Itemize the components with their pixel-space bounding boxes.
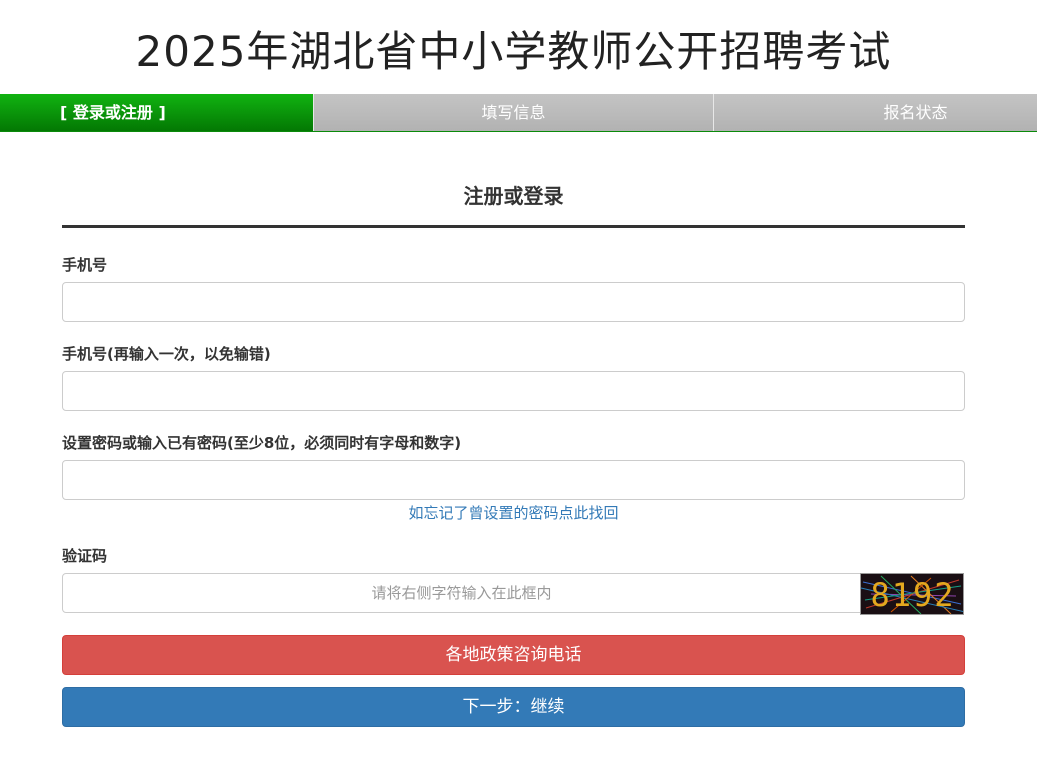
password-input[interactable] xyxy=(62,460,965,500)
heading-divider xyxy=(62,225,965,228)
captcha-image[interactable]: 8192 xyxy=(860,573,964,615)
step-progress-bar: [ 登录或注册 ] 填写信息 报名状态 xyxy=(0,94,1037,132)
phone-label: 手机号 xyxy=(62,256,108,274)
password-label: 设置密码或输入已有密码(至少8位，必须同时有字母和数字) xyxy=(62,434,462,452)
captcha-label: 验证码 xyxy=(62,547,108,565)
phone-confirm-input[interactable] xyxy=(62,371,965,411)
forgot-password-link[interactable]: 如忘记了曾设置的密码点此找回 xyxy=(62,502,965,523)
phone-input[interactable] xyxy=(62,282,965,322)
step-fill-info[interactable]: 填写信息 xyxy=(313,94,713,131)
policy-consult-phone-button[interactable]: 各地政策咨询电话 xyxy=(62,635,965,675)
phone-confirm-label: 手机号(再输入一次，以免输错) xyxy=(62,345,271,363)
step-registration-status[interactable]: 报名状态 xyxy=(713,94,1037,131)
form-heading: 注册或登录 xyxy=(463,184,564,208)
next-continue-button[interactable]: 下一步：继续 xyxy=(62,687,965,727)
step-login-register[interactable]: [ 登录或注册 ] xyxy=(0,94,313,131)
page-title: 2025年湖北省中小学教师公开招聘考试 xyxy=(135,27,892,76)
captcha-input[interactable] xyxy=(62,573,861,613)
captcha-code: 8192 xyxy=(870,576,956,614)
